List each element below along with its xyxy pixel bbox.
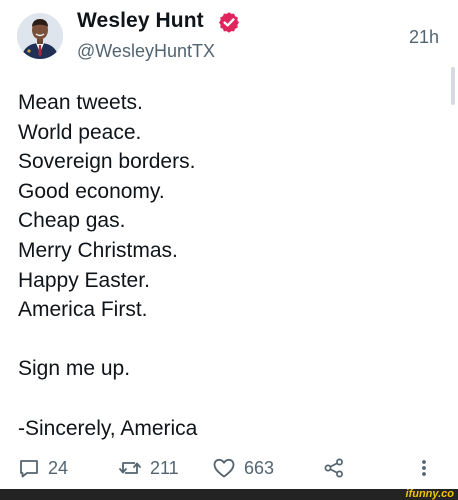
like-button[interactable]: 663 — [212, 452, 274, 484]
repost-count: 211 — [150, 457, 179, 478]
more-vertical-icon — [418, 457, 430, 479]
author-name[interactable]: Wesley Hunt — [77, 9, 204, 33]
verified-badge-icon — [218, 11, 240, 33]
post-text-line: World peace. — [18, 120, 142, 144]
post-text-line: Good economy. — [18, 179, 165, 203]
post-text-blank-line — [18, 384, 438, 414]
post-text-line: Sign me up. — [18, 357, 131, 381]
repost-button[interactable]: 211 — [118, 452, 179, 484]
post-actions-bar: 24 211 663 — [0, 452, 458, 484]
watermark-bar: ifunny.co — [0, 488, 458, 500]
post-text-line: -Sincerely, America — [18, 416, 198, 440]
post-text-line: Happy Easter. — [18, 268, 150, 292]
post-text-line: Mean tweets. — [18, 91, 143, 114]
more-options-button[interactable] — [418, 452, 430, 484]
post-text-line: Cheap gas. — [18, 209, 126, 233]
post-timestamp[interactable]: 21h — [409, 27, 439, 48]
heart-icon — [212, 457, 236, 479]
author-handle[interactable]: @WesleyHuntTX — [77, 41, 215, 62]
reply-count: 24 — [48, 457, 69, 478]
post-text-line: Merry Christmas. — [18, 238, 178, 262]
share-icon — [323, 457, 345, 479]
avatar[interactable] — [17, 13, 63, 59]
scrollbar-thumb[interactable] — [451, 67, 455, 105]
share-button[interactable] — [323, 452, 345, 484]
watermark-text: ifunny.co — [405, 488, 454, 500]
post-text-line: Sovereign borders. — [18, 150, 196, 174]
post-card: Wesley Hunt @WesleyHuntTX 21h Mean tweet… — [0, 0, 458, 500]
repost-icon — [118, 457, 142, 479]
post-text: Mean tweets. World peace. Sovereign bord… — [18, 88, 438, 443]
reply-icon — [18, 457, 40, 479]
like-count: 663 — [244, 457, 275, 478]
post-text-blank-line — [18, 325, 438, 355]
reply-button[interactable]: 24 — [18, 452, 68, 484]
post-text-line: America First. — [18, 298, 148, 322]
